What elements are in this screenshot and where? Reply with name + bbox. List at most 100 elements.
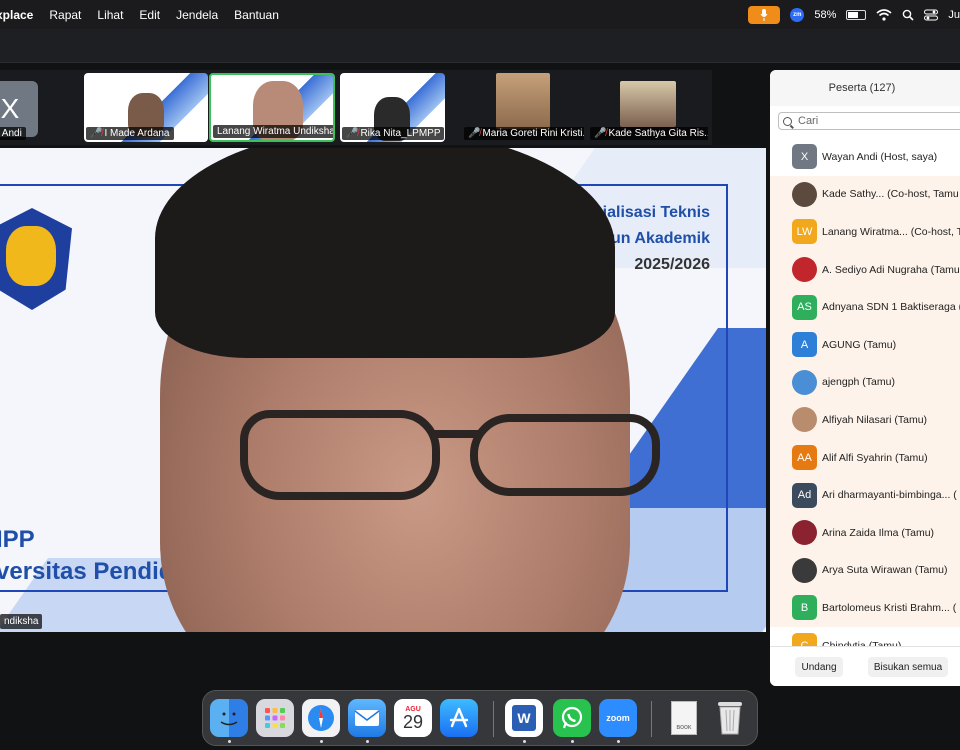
microsoft-word-icon[interactable]: W [505, 699, 543, 737]
avatar: A [792, 332, 817, 358]
meeting-window-bar [0, 29, 960, 63]
participant-name: Alfiyah Nilasari (Tamu) [822, 413, 928, 426]
status-area: zm 58% Ju [748, 0, 960, 29]
participant-name: Arina Zaida Ilma (Tamu) [822, 526, 935, 539]
participant-row[interactable]: LW Lanang Wiratma... (Co-host, T [770, 213, 960, 251]
participants-panel: Peserta (127) Cari X Wayan Andi (Host, sa… [770, 70, 960, 686]
running-indicator [320, 740, 323, 743]
thumbnail-maria-goreti[interactable]: 🎤̸ Maria Goreti Rini Kristi... [462, 73, 584, 142]
participant-video [496, 73, 550, 129]
app-store-icon[interactable] [440, 699, 478, 737]
thumbnail-rika-nita[interactable]: 🎤̸ Rika Nita_LPMPP [340, 73, 445, 142]
participant-name: Wayan Andi (Host, saya) [822, 150, 938, 163]
participant-name: AGUNG (Tamu) [822, 338, 897, 351]
menu-lihat[interactable]: Lihat [89, 8, 131, 22]
mic-muted-icon: 🎤̸ [594, 128, 607, 139]
participant-row[interactable]: ajengph (Tamu) [770, 363, 960, 402]
participant-video [620, 81, 676, 127]
participant-row[interactable]: C Chindytia (Tamu) [770, 627, 960, 646]
seal-emblem [6, 226, 56, 286]
participant-name: Lanang Wiratma... (Co-host, T [822, 225, 960, 238]
battery-icon[interactable] [846, 9, 867, 20]
participant-row[interactable]: Alfiyah Nilasari (Tamu) [770, 401, 960, 439]
finder-icon[interactable] [210, 699, 248, 737]
participant-row[interactable]: A. Sediyo Adi Nugraha (Tamu [770, 250, 960, 289]
participant-row[interactable]: A AGUNG (Tamu) [770, 325, 960, 364]
mute-all-button[interactable]: Bisukan semua [868, 657, 948, 677]
thumbnail-label: 🎤̸ Kade Sathya Gita Ris... [590, 127, 708, 140]
app-menu: xplace Rapat Lihat Edit Jendela Bantuan [0, 0, 287, 29]
control-center-icon[interactable] [924, 9, 939, 21]
avatar: LW [792, 219, 817, 245]
participant-row[interactable]: Arina Zaida Ilma (Tamu) [770, 513, 960, 552]
calendar-day: 29 [402, 711, 424, 732]
menu-rapat[interactable]: Rapat [41, 8, 89, 22]
running-indicator [523, 740, 526, 743]
speaker-glasses-bridge [430, 430, 478, 438]
thumbnail-i-made-ardana[interactable]: 🎤̸ I Made Ardana [84, 73, 208, 142]
avatar: AS [792, 294, 817, 320]
video-thumbnail-strip: X n Andi 🎤̸I Made Ardana Lanang Wiratma … [0, 70, 712, 145]
app-name-menu[interactable]: xplace [0, 8, 41, 22]
thumbnail-label: 🎤̸ Maria Goreti Rini Kristi... [464, 127, 584, 140]
document-icon[interactable]: BOOK [665, 699, 703, 737]
whatsapp-icon[interactable] [553, 699, 591, 737]
menu-jendela[interactable]: Jendela [168, 8, 226, 22]
participant-name: Kade Sathy... (Co-host, Tamu [822, 188, 959, 201]
dock-separator [651, 701, 652, 737]
thumbnail-label: Lanang Wiratma Undiksha [213, 125, 333, 138]
calendar-icon[interactable]: AGU 29 [394, 699, 432, 737]
participant-name: Arya Suta Wirawan (Tamu) [822, 564, 948, 577]
clock[interactable]: Ju [948, 9, 960, 21]
running-indicator [571, 740, 574, 743]
participant-row[interactable]: Ad Ari dharmayanti-bimbinga... ( [770, 476, 960, 514]
participant-name: Adnyana SDN 1 Baktiseraga ( [822, 301, 960, 314]
participant-search-input[interactable]: Cari [778, 112, 960, 130]
microphone-indicator-icon[interactable] [748, 5, 781, 24]
slide-title-line3: 2025/2026 [634, 256, 710, 273]
participant-name: Ari dharmayanti-bimbinga... ( [822, 489, 957, 502]
spotlight-search-icon[interactable] [902, 9, 914, 21]
participant-name: ajengph (Tamu) [822, 376, 895, 389]
slide-org-line1: IPP [0, 526, 35, 553]
mail-icon[interactable] [348, 699, 386, 737]
safari-icon[interactable] [302, 699, 340, 737]
wifi-icon[interactable] [876, 8, 892, 21]
participant-row[interactable]: X Wayan Andi (Host, saya) [770, 138, 960, 176]
avatar [792, 407, 817, 433]
thumbnail-kade-sathya[interactable]: 🎤̸ Kade Sathya Gita Ris... [588, 73, 708, 142]
participant-row[interactable]: Arya Suta Wirawan (Tamu) [770, 551, 960, 590]
search-icon [783, 116, 792, 126]
participant-name: Alif Alfi Syahrin (Tamu) [822, 451, 928, 464]
participant-row[interactable]: AS Adnyana SDN 1 Baktiseraga ( [770, 288, 960, 326]
participants-footer: Undang Bisukan semua [770, 646, 960, 686]
menu-edit[interactable]: Edit [131, 8, 168, 22]
zoom-app-icon[interactable]: zoom [599, 699, 637, 737]
participant-row[interactable]: B Bartolomeus Kristi Brahm... ( [770, 589, 960, 627]
thumbnail-wayan-andi[interactable]: X n Andi [0, 73, 72, 142]
menu-bar: xplace Rapat Lihat Edit Jendela Bantuan … [0, 0, 960, 29]
search-placeholder: Cari [798, 115, 819, 127]
avatar [792, 369, 817, 395]
thumbnail-lanang-wiratma[interactable]: Lanang Wiratma Undiksha [209, 73, 335, 142]
mic-muted-icon: 🎤̸ [346, 128, 359, 139]
launchpad-icon[interactable] [256, 699, 294, 737]
running-indicator [366, 740, 369, 743]
zoom-label: zoom [606, 713, 630, 723]
participant-name: Bartolomeus Kristi Brahm... ( [822, 601, 957, 614]
avatar: Ad [792, 482, 817, 508]
active-speaker-video[interactable]: osialisasi Teknis ahun Akademik 2025/202… [0, 148, 766, 632]
dock-separator [493, 701, 494, 737]
menu-bantuan[interactable]: Bantuan [226, 8, 287, 22]
avatar: B [792, 595, 817, 621]
speaker-glasses [470, 414, 660, 496]
invite-button[interactable]: Undang [795, 657, 843, 677]
participant-row[interactable]: AA Alif Alfi Syahrin (Tamu) [770, 438, 960, 477]
participant-list[interactable]: X Wayan Andi (Host, saya) Kade Sathy... (C… [770, 138, 960, 646]
trash-icon[interactable] [711, 699, 749, 737]
thumbnail-label: 🎤̸ Rika Nita_LPMPP [342, 127, 445, 140]
speaker-glasses [240, 410, 440, 500]
zoom-status-icon[interactable]: zm [790, 7, 805, 22]
participant-row[interactable]: Kade Sathy... (Co-host, Tamu [770, 175, 960, 214]
participant-name: A. Sediyo Adi Nugraha (Tamu [822, 263, 960, 276]
